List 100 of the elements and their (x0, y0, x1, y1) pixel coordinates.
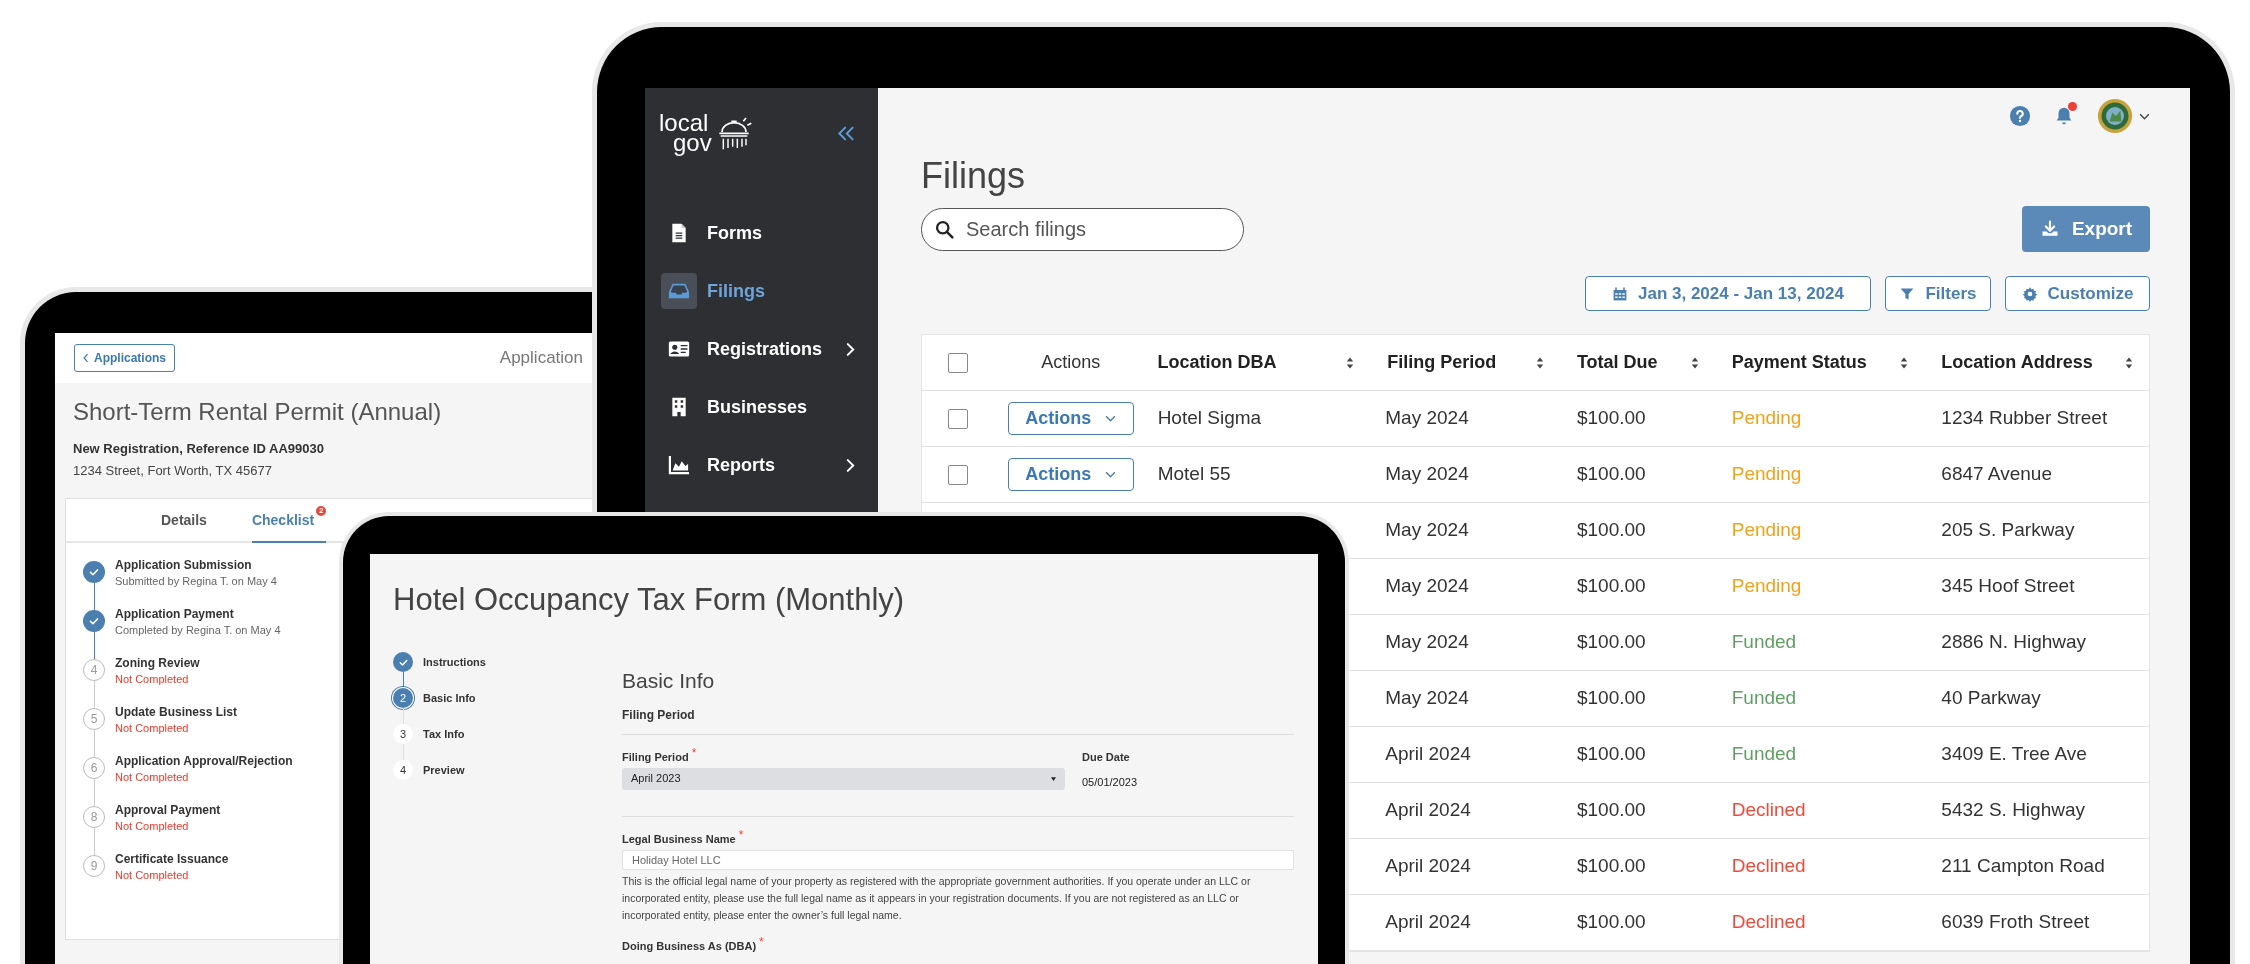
table-cell: April 2024 (1385, 743, 1471, 765)
column-header[interactable]: Total Due (1576, 349, 1658, 376)
sidebar-item[interactable]: Registrations (661, 327, 855, 371)
reference-text: New Registration, Reference ID AA99030 (73, 440, 324, 458)
filters-button[interactable]: Filters (1885, 276, 1991, 311)
step-label[interactable]: Tax Info (423, 724, 465, 760)
sidebar-item[interactable]: Reports (661, 443, 855, 487)
step-title: Update Business List (115, 704, 238, 720)
tab[interactable]: Details (161, 499, 207, 541)
actions-dropdown[interactable]: Actions (1007, 402, 1134, 435)
date-range-button[interactable]: Jan 3, 2024 - Jan 13, 2024 (1585, 276, 1871, 311)
search-icon (934, 218, 955, 240)
logo-text: local (659, 113, 710, 133)
step-number: 4 (83, 659, 105, 681)
table-cell: May 2024 (1385, 631, 1469, 653)
sort-icon[interactable] (2125, 355, 2133, 370)
sort-icon[interactable] (1690, 355, 1699, 370)
step-number: 5 (83, 708, 105, 730)
dropdown-field[interactable]: April 2023 (622, 767, 1065, 790)
table-cell: April 2024 (1385, 799, 1471, 821)
table-cell: May 2024 (1385, 463, 1469, 485)
column-header[interactable]: Payment Status (1731, 349, 1867, 376)
table-cell: $100.00 (1576, 743, 1646, 765)
table-cell: $100.00 (1576, 799, 1646, 821)
text-field[interactable]: Holiday Hotel LLC (622, 849, 1294, 870)
address-text: 1234 Street, Fort Worth, TX 45677 (73, 461, 272, 480)
step-label[interactable]: Basic Info (423, 688, 476, 724)
step-number: 8 (83, 806, 105, 828)
field-label: Due Date (1082, 750, 1131, 765)
column-header[interactable]: Location Address (1941, 349, 2093, 376)
dropdown-caret-icon (1051, 776, 1056, 781)
help-icon[interactable] (2009, 105, 2031, 127)
sidebar-item[interactable]: Filings (661, 269, 855, 313)
step-number: 9 (83, 855, 105, 877)
caret-icon (1105, 415, 1117, 422)
table-cell: $100.00 (1576, 911, 1646, 933)
field-value: 05/01/2023 (1082, 774, 1138, 790)
caret-icon (2139, 112, 2150, 120)
table-cell: May 2024 (1385, 519, 1469, 541)
seal-avatar-icon (2097, 98, 2133, 134)
checkbox[interactable] (948, 408, 969, 429)
step-title: Application Approval/Rejection (115, 753, 293, 769)
step-status: Not Completed (115, 672, 190, 687)
table-cell: 3409 E. Tree Ave (1941, 743, 2087, 765)
step-status: Not Completed (115, 868, 190, 883)
back-button[interactable]: Applications (74, 344, 175, 372)
step-title: Application Payment (115, 606, 235, 622)
step-number: 2 (393, 688, 413, 708)
status-text: Funded (1731, 743, 1797, 765)
table-cell: May 2024 (1385, 687, 1469, 709)
field-label: Doing Business As (DBA) (622, 938, 757, 954)
step-label[interactable]: Instructions (423, 652, 486, 688)
table-cell: April 2024 (1385, 855, 1471, 877)
step-status: Submitted by Regina T. on May 4 (115, 574, 277, 589)
export-button[interactable]: Export (2022, 206, 2150, 252)
checkbox[interactable] (948, 352, 969, 373)
step-label[interactable]: Preview (423, 760, 465, 796)
table-cell: 2886 N. Highway (1941, 631, 2087, 653)
status-text: Funded (1731, 631, 1797, 653)
status-text: Pending (1731, 575, 1802, 597)
step-title: Application Submission (115, 557, 253, 573)
filter-icon (1899, 285, 1916, 302)
account-menu[interactable] (2097, 98, 2150, 134)
form-title: Hotel Occupancy Tax Form (Monthly) (393, 582, 906, 618)
sort-icon[interactable] (1346, 355, 1355, 370)
sidebar-item[interactable]: Businesses (661, 385, 855, 429)
chevron-right-icon (846, 457, 855, 473)
table-cell: $100.00 (1576, 855, 1646, 877)
table-cell: $100.00 (1576, 631, 1646, 653)
tab[interactable]: Checklist 2 (251, 499, 327, 543)
required-marker: * (759, 935, 764, 948)
actions-dropdown[interactable]: Actions (1007, 458, 1134, 491)
sort-icon[interactable] (1900, 355, 1909, 370)
field-label: Legal Business Name (622, 832, 736, 847)
table-cell: 1234 Rubber Street (1941, 407, 2108, 429)
status-text: Declined (1731, 911, 1806, 933)
status-text: Pending (1731, 463, 1802, 485)
step-status: Not Completed (115, 819, 190, 834)
column-header[interactable]: Filing Period (1387, 349, 1497, 376)
table-cell: 205 S. Parkway (1941, 519, 2075, 541)
status-text: Declined (1731, 799, 1806, 821)
collapse-icon[interactable] (836, 124, 856, 142)
checkbox[interactable] (948, 464, 969, 485)
subsection-heading: Filing Period (622, 706, 1294, 735)
table-cell: Hotel Sigma (1157, 407, 1262, 429)
column-header[interactable]: Location DBA (1157, 349, 1277, 376)
status-text: Declined (1731, 855, 1806, 877)
chevron-left-icon (83, 353, 89, 363)
search-field[interactable]: Search filings (921, 207, 1244, 251)
table-cell: April 2024 (1385, 911, 1471, 933)
sidebar-item[interactable]: Forms (661, 211, 855, 255)
chevron-right-icon (846, 341, 855, 357)
help-text: This is the official legal name of your property as registered with the appropriate government authorities. If you operate under an LLC or incorporated entity, please use the full legal name as it appears in your registration documents. If you are not registered as an LLC or incorporated entity, please enter the owner’s full legal name. (622, 873, 1252, 923)
required-marker: * (691, 747, 697, 759)
calendar-icon (1611, 285, 1628, 302)
customize-button[interactable]: Customize (2005, 276, 2150, 311)
sort-icon[interactable] (1535, 355, 1544, 370)
table-cell: $100.00 (1576, 407, 1646, 429)
step-title: Zoning Review (115, 655, 200, 671)
chart-icon (668, 455, 690, 475)
